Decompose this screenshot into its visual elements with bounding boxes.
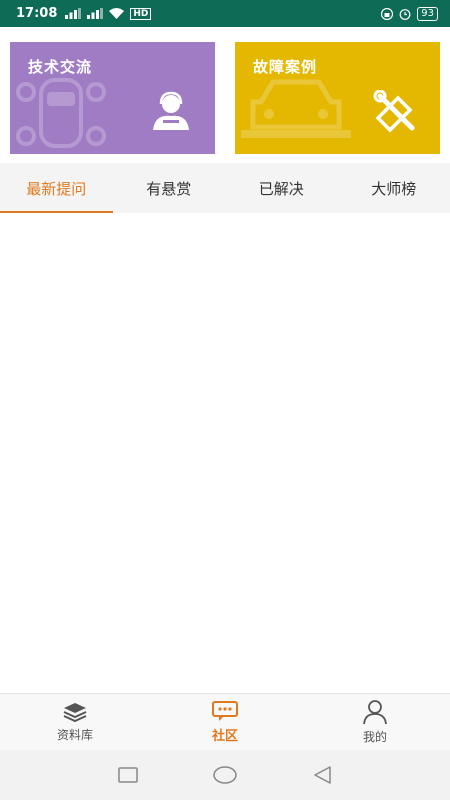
customer-service-icon bbox=[153, 91, 189, 130]
feature-cards: 技术交流 故障案例 bbox=[10, 42, 440, 154]
square-icon bbox=[118, 767, 139, 783]
recent-apps-button[interactable] bbox=[108, 755, 148, 795]
nav-community[interactable]: 社区 bbox=[150, 694, 300, 750]
triangle-back-icon bbox=[313, 766, 331, 784]
alarm-icon bbox=[399, 8, 411, 20]
tab-rewarded[interactable]: 有悬赏 bbox=[113, 163, 226, 213]
signal-icon bbox=[65, 8, 82, 19]
nav-mine-label: 我的 bbox=[362, 730, 387, 744]
circle-icon bbox=[213, 766, 237, 784]
layers-icon bbox=[63, 703, 87, 723]
status-time: 17:08 bbox=[16, 6, 58, 21]
tab-solved[interactable]: 已解决 bbox=[225, 163, 338, 213]
fault-cases-title: 故障案例 bbox=[253, 58, 318, 76]
question-tabs: 最新提问 有悬赏 已解决 大师榜 bbox=[0, 163, 450, 213]
battery-icon: 93 bbox=[417, 6, 438, 21]
status-bar: 17:08 HD 93 bbox=[0, 0, 450, 27]
nav-library[interactable]: 资料库 bbox=[0, 694, 150, 750]
chat-icon bbox=[212, 701, 238, 721]
person-icon bbox=[363, 700, 387, 725]
signal-group: HD bbox=[65, 7, 152, 20]
nav-mine[interactable]: 我的 bbox=[300, 694, 450, 750]
fault-cases-card[interactable]: 故障案例 bbox=[235, 42, 440, 154]
tech-exchange-card[interactable]: 技术交流 bbox=[10, 42, 215, 154]
question-list bbox=[0, 213, 450, 693]
nav-community-label: 社区 bbox=[211, 729, 238, 744]
car-topview-icon bbox=[16, 78, 106, 148]
home-button[interactable] bbox=[205, 755, 245, 795]
status-right: 93 bbox=[381, 6, 438, 21]
back-button[interactable] bbox=[302, 755, 342, 795]
lock-icon bbox=[381, 7, 394, 20]
system-nav-bar bbox=[0, 750, 450, 800]
repair-tools-icon bbox=[373, 90, 415, 133]
signal-icon bbox=[87, 8, 104, 19]
nav-library-label: 资料库 bbox=[56, 728, 93, 742]
wifi-icon bbox=[109, 8, 125, 19]
tech-exchange-title: 技术交流 bbox=[28, 58, 93, 76]
tab-latest-questions[interactable]: 最新提问 bbox=[0, 163, 113, 213]
car-front-icon bbox=[241, 79, 351, 138]
hd-badge: HD bbox=[130, 7, 152, 20]
bottom-nav: 资料库 社区 我的 bbox=[0, 693, 450, 750]
tab-master-ranking[interactable]: 大师榜 bbox=[338, 163, 450, 213]
